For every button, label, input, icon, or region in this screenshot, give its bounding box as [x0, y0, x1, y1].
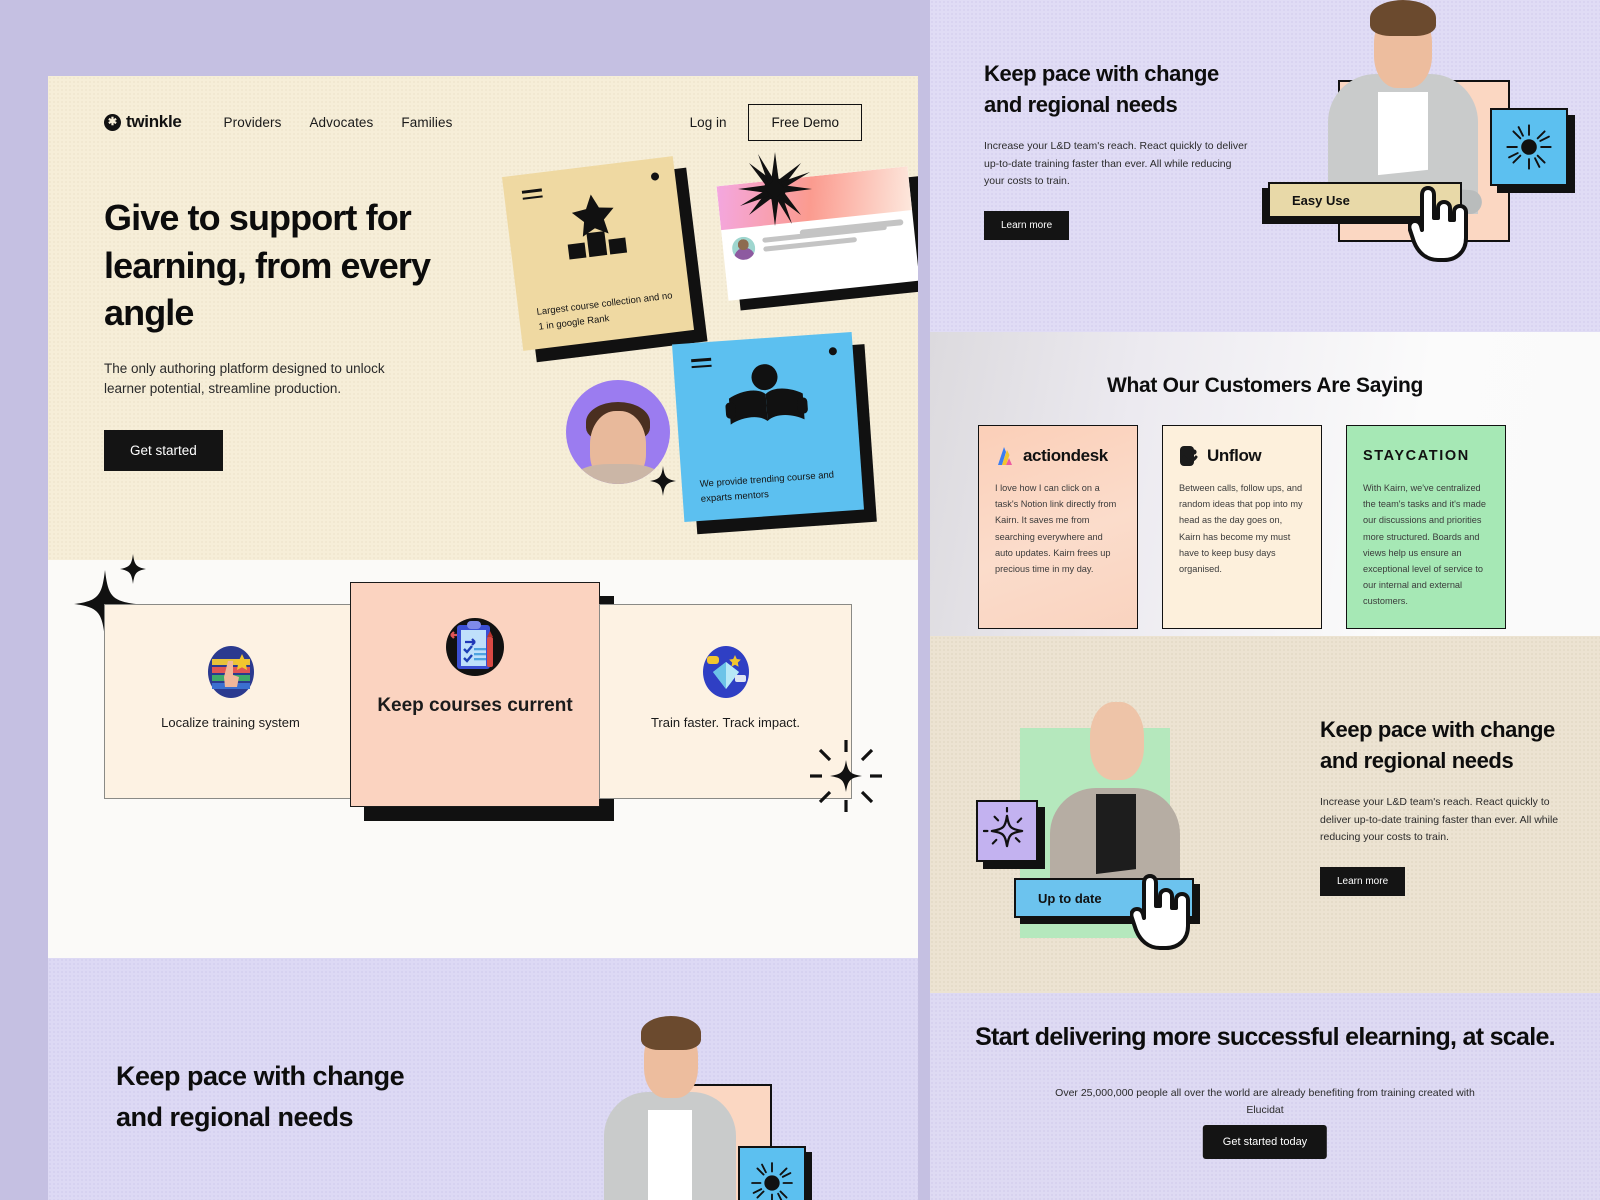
face-shape	[1090, 702, 1144, 780]
section-body: Increase your L&D team's reach. React qu…	[1320, 795, 1559, 844]
pill-label: Up to date	[1038, 890, 1102, 906]
cta-section: Start delivering more successful elearni…	[930, 993, 1600, 1200]
feature-label: Localize training system	[161, 715, 300, 730]
nav-item-advocates[interactable]: Advocates	[309, 115, 373, 130]
twinkle-logo-icon: ✱	[104, 113, 121, 131]
brand-name: twinkle	[126, 112, 182, 131]
sun-burst-icon	[1506, 124, 1552, 170]
right-mid-copy: Keep pace with change and regional needs…	[1320, 714, 1560, 896]
sparkle-four-point-icon	[983, 807, 1024, 848]
get-started-today-button[interactable]: Get started today	[1202, 1125, 1328, 1159]
unflow-smile-logo-icon	[1180, 446, 1198, 466]
testimonial-card: actiondesk I love how I can click on a t…	[978, 425, 1146, 635]
section-title: What Our Customers Are Saying	[1106, 374, 1424, 397]
dot-icon	[828, 347, 838, 356]
left-panel: ✱ twinkle Providers Advocates Families L…	[48, 76, 918, 1200]
section-title: Keep pace with change and regional needs	[116, 1061, 405, 1132]
shirt-shape	[575, 464, 661, 484]
menu-lines-icon	[521, 188, 543, 204]
login-link[interactable]: Log in	[690, 115, 727, 130]
free-demo-button[interactable]: Free Demo	[748, 103, 862, 141]
right-mid-section: Keep pace with change and regional needs…	[930, 636, 1600, 993]
sparkle-four-point-icon	[650, 466, 676, 496]
person-photo-man	[548, 1006, 812, 1200]
brand-logo: Unflow	[1179, 445, 1305, 467]
section-title: Keep pace with change and regional needs	[1320, 717, 1555, 774]
hero-card-courses[interactable]: Largest course collection and no 1 in go…	[501, 156, 708, 363]
hero-section: ✱ twinkle Providers Advocates Families L…	[48, 76, 918, 560]
right-mid-visual: Up to date	[958, 672, 1248, 962]
right-panel: Keep pace with change and regional needs…	[930, 0, 1600, 1200]
nav-actions: Log in Free Demo	[690, 103, 862, 141]
hand-pointer-cursor-icon	[1408, 186, 1468, 262]
purple-tile	[976, 800, 1038, 862]
hair-shape	[1370, 0, 1436, 36]
testimonial-quote: Between calls, follow ups, and random id…	[1179, 483, 1303, 574]
right-top-section: Keep pace with change and regional needs…	[930, 0, 1600, 332]
brand-name: STAYCATION	[1363, 448, 1470, 464]
brand-name: Unflow	[1207, 446, 1262, 465]
card-face: We provide trending course and exparts m…	[672, 331, 864, 523]
card-note: Largest course collection and no 1 in go…	[536, 289, 674, 333]
blue-tile	[738, 1146, 806, 1200]
brand-logo[interactable]: ✱ twinkle	[104, 112, 182, 132]
diamond-star-icon	[702, 646, 749, 698]
localize-hand-books-icon	[207, 646, 254, 698]
sparkle-rays-icon	[810, 740, 882, 812]
feature-label: Keep courses current	[377, 695, 573, 716]
section-title: Keep pace with change and regional needs	[984, 61, 1219, 118]
brand-name: actiondesk	[1023, 446, 1108, 465]
right-top-visual: Easy Use	[1262, 0, 1586, 290]
clipboard-checklist-pen-icon	[446, 618, 504, 676]
menu-lines-icon	[691, 357, 712, 373]
dot-icon	[650, 172, 660, 181]
nav-item-families[interactable]: Families	[401, 115, 452, 130]
features-section: Localize training system Keep courses cu…	[48, 554, 918, 958]
card-face: Largest course collection and no 1 in go…	[501, 156, 695, 351]
learn-more-button[interactable]: Learn more	[1320, 866, 1406, 896]
navbar: ✱ twinkle Providers Advocates Families L…	[104, 102, 862, 142]
actiondesk-triangle-logo-icon	[998, 447, 1012, 465]
blue-tile	[1490, 108, 1568, 186]
star-burst-icon	[738, 152, 812, 226]
pill-label: Easy Use	[1292, 192, 1350, 208]
nav-item-providers[interactable]: Providers	[224, 115, 282, 130]
section-body: Increase your L&D team's reach. React qu…	[984, 139, 1248, 188]
testimonials-section: What Our Customers Are Saying actiondesk…	[930, 332, 1600, 636]
avatar	[731, 235, 757, 261]
shirt-shape	[648, 1110, 692, 1200]
feature-label: Train faster. Track impact.	[650, 715, 801, 730]
nav-links: Providers Advocates Families	[224, 115, 453, 130]
testimonial-quote: I love how I can click on a task's Notio…	[995, 483, 1117, 574]
right-top-copy: Keep pace with change and regional needs…	[984, 58, 1254, 240]
cta-title: Start delivering more successful elearni…	[975, 1023, 1556, 1051]
trophy-podium-star-icon	[567, 194, 628, 260]
testimonial-card: STAYCATION With Kairn, we've centralized…	[1346, 425, 1506, 629]
page-stage: ✱ twinkle Providers Advocates Families L…	[0, 0, 1600, 1200]
brand-logo: STAYCATION	[1363, 445, 1489, 467]
hero-collage: Largest course collection and no 1 in go…	[501, 148, 918, 538]
get-started-button[interactable]: Get started	[104, 430, 223, 472]
hero-subtitle: The only authoring platform designed to …	[104, 360, 385, 397]
hair-shape	[641, 1016, 701, 1050]
learn-more-button[interactable]: Learn more	[984, 210, 1070, 240]
hero-copy: Give to support for learning, from every…	[104, 194, 474, 472]
testimonial-quote: With Kairn, we've centralized the team's…	[1363, 483, 1487, 607]
left-lower-section: Keep pace with change and regional needs	[48, 958, 918, 1200]
hero-card-mentors[interactable]: We provide trending course and exparts m…	[672, 331, 877, 535]
sun-burst-icon	[751, 1162, 793, 1200]
hand-pointer-cursor-icon	[1130, 874, 1190, 950]
cta-subtitle: Over 25,000,000 people all over the worl…	[1055, 1087, 1475, 1116]
page-title: Give to support for learning, from every…	[104, 197, 431, 334]
open-book-reader-icon	[725, 364, 808, 425]
testimonial-list: actiondesk I love how I can click on a t…	[978, 425, 1506, 635]
testimonial-card: Unflow Between calls, follow ups, and ra…	[1162, 425, 1322, 629]
feature-card-body: Localize training system	[104, 604, 357, 799]
sparkle-four-point-icon	[120, 554, 146, 584]
brand-logo: actiondesk	[995, 445, 1121, 467]
feature-card-body: Keep courses current	[350, 582, 600, 807]
card-note: We provide trending course and exparts m…	[699, 469, 835, 505]
